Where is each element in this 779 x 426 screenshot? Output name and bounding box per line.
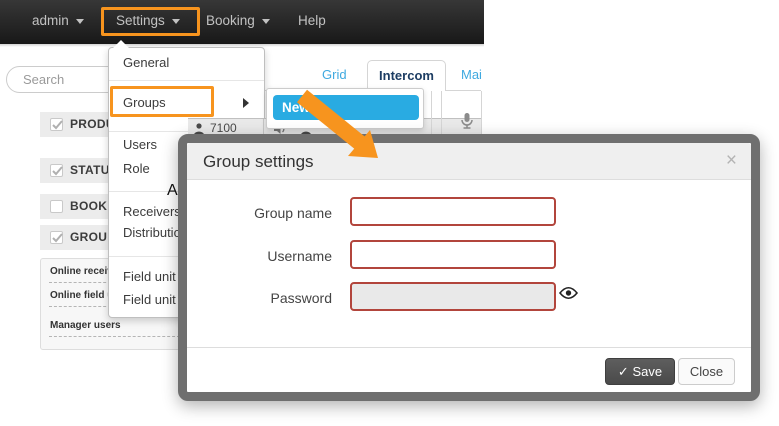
username-field[interactable] xyxy=(350,240,556,269)
top-navbar: admin Settings Booking Help xyxy=(0,0,484,44)
checkbox-product[interactable] xyxy=(50,118,63,131)
checkbox-status[interactable] xyxy=(50,164,63,177)
save-button-label: Save xyxy=(632,364,662,379)
nav-item-booking[interactable]: Booking xyxy=(206,13,270,28)
chevron-down-icon xyxy=(262,19,270,24)
checkbox-booking[interactable] xyxy=(50,200,63,213)
checkbox-groups[interactable] xyxy=(50,231,63,244)
menu-item-field-unit-1[interactable]: Field unit xyxy=(123,269,176,285)
column-border xyxy=(441,91,442,136)
chevron-down-icon xyxy=(76,19,84,24)
menu-item-receivers[interactable]: Receivers xyxy=(123,204,181,220)
list-item[interactable]: Manager users xyxy=(50,320,121,331)
submenu-arrow-icon xyxy=(243,98,249,108)
menu-item-role[interactable]: Role xyxy=(123,161,150,177)
menu-divider xyxy=(109,80,264,81)
close-icon[interactable]: × xyxy=(726,150,737,172)
modal-footer: ✓ Save Close xyxy=(187,347,751,392)
callout-arrow-icon xyxy=(270,85,390,170)
list-divider xyxy=(49,336,180,337)
nav-label: Help xyxy=(298,13,326,28)
password-label: Password xyxy=(187,288,332,308)
nav-item-admin[interactable]: admin xyxy=(32,13,84,28)
nav-label: admin xyxy=(32,13,69,28)
group-settings-modal: Group settings × Group name Username Pas… xyxy=(178,134,760,401)
column-border xyxy=(481,91,482,136)
tab-mai[interactable]: Mai xyxy=(461,67,482,82)
nav-label: Booking xyxy=(206,13,255,28)
background-text-fragment: A xyxy=(167,182,178,199)
settings-highlight-box xyxy=(101,7,200,36)
group-name-label: Group name xyxy=(187,203,332,223)
menu-item-field-unit-2[interactable]: Field unit xyxy=(123,292,176,308)
group-name-field[interactable] xyxy=(350,197,556,226)
microphone-icon xyxy=(459,112,475,130)
save-button[interactable]: ✓ Save xyxy=(605,358,675,385)
username-label: Username xyxy=(187,246,332,266)
show-password-eye-icon[interactable] xyxy=(559,286,578,300)
tab-grid[interactable]: Grid xyxy=(322,67,347,82)
nav-item-help[interactable]: Help xyxy=(298,13,326,28)
password-field[interactable] xyxy=(350,282,556,311)
menu-item-general[interactable]: General xyxy=(123,55,169,71)
dropdown-caret xyxy=(113,40,129,48)
groups-highlight-box xyxy=(110,86,214,117)
menu-item-users[interactable]: Users xyxy=(123,137,157,153)
check-icon: ✓ xyxy=(618,364,629,379)
close-button[interactable]: Close xyxy=(678,358,735,385)
extension-number: 7100 xyxy=(210,121,237,135)
column-border xyxy=(431,91,432,136)
